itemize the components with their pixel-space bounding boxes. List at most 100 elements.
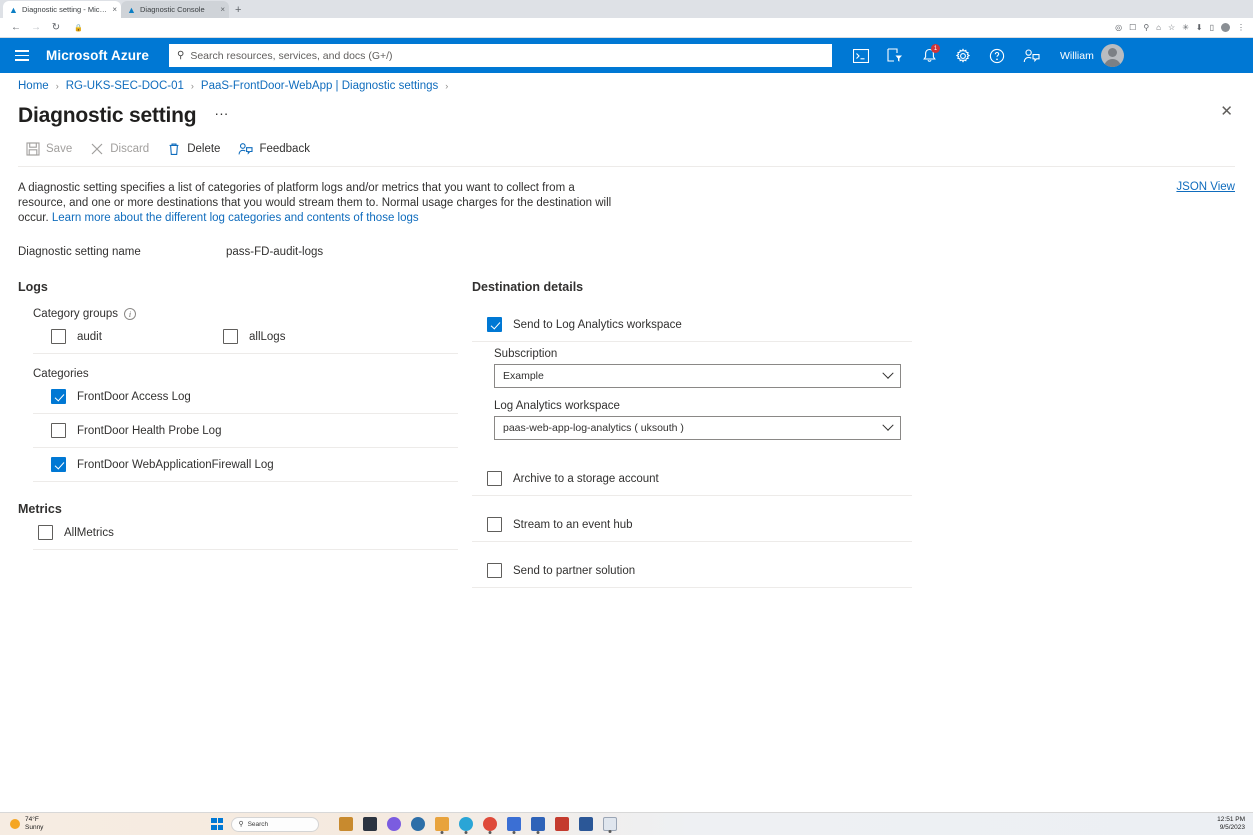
taskbar-clock[interactable]: 12:51 PM 9/5/2023	[1217, 816, 1253, 832]
chevron-right-icon: ›	[191, 81, 194, 91]
briefcase-icon[interactable]	[339, 817, 353, 831]
checkbox-frontdoor-waf-log[interactable]: FrontDoor WebApplicationFirewall Log	[18, 448, 458, 481]
settings-gear-icon[interactable]	[946, 38, 980, 73]
teams-icon[interactable]	[507, 817, 521, 831]
checkbox-audit[interactable]: audit	[18, 320, 208, 353]
breadcrumb-item-home[interactable]: Home	[18, 80, 49, 92]
forward-icon[interactable]: →	[26, 22, 46, 33]
outlook-icon[interactable]	[531, 817, 545, 831]
header-icon-group: 1	[844, 38, 1048, 73]
bookmark-star-icon[interactable]: ☆	[1168, 23, 1175, 32]
checkbox-box[interactable]	[487, 317, 502, 332]
checkbox-box[interactable]	[51, 329, 66, 344]
json-view-link[interactable]: JSON View	[1176, 181, 1235, 193]
shield-icon[interactable]: ◎	[1115, 23, 1122, 32]
azure-global-header: Microsoft Azure ⚲ Search resources, serv…	[0, 38, 1253, 73]
taskbar-search-input[interactable]: ⚲ Search	[231, 817, 319, 832]
taskbar-app-icons	[339, 817, 617, 831]
checkbox-box[interactable]	[51, 389, 66, 404]
delete-button[interactable]: Delete	[159, 138, 228, 160]
subscription-field: Subscription Example	[472, 342, 912, 388]
checkbox-box[interactable]	[223, 329, 238, 344]
directory-filter-icon[interactable]	[878, 38, 912, 73]
cast-icon[interactable]: ☐	[1129, 23, 1136, 32]
checkbox-send-partner-solution[interactable]: Send to partner solution	[472, 554, 912, 587]
close-icon[interactable]: ×	[112, 5, 117, 14]
azure-brand-logo[interactable]: Microsoft Azure	[40, 48, 149, 63]
command-bar: Save Discard Delete Feedback	[0, 128, 1253, 166]
chrome-browser-icon[interactable]	[483, 817, 497, 831]
checkbox-label: Send to Log Analytics workspace	[513, 319, 682, 331]
info-icon[interactable]: i	[124, 308, 136, 320]
new-tab-button[interactable]: +	[235, 4, 241, 18]
notifications-bell-icon[interactable]: 1	[912, 38, 946, 73]
tab-search-icon[interactable]: ⌂	[1156, 23, 1161, 32]
checkbox-allmetrics[interactable]: AllMetrics	[18, 516, 458, 549]
store-icon[interactable]	[555, 817, 569, 831]
extensions-icon[interactable]: ✳	[1182, 23, 1189, 32]
metrics-section-heading: Metrics	[18, 502, 458, 516]
checkbox-stream-event-hub[interactable]: Stream to an event hub	[472, 508, 912, 541]
close-icon[interactable]: ×	[220, 5, 225, 14]
folder-icon[interactable]	[435, 817, 449, 831]
windows-start-icon[interactable]	[211, 818, 223, 830]
feedback-label: Feedback	[259, 143, 310, 155]
user-name: William	[1060, 50, 1094, 62]
checkbox-alllogs[interactable]: allLogs	[208, 320, 398, 353]
description-text: A diagnostic setting specifies a list of…	[18, 181, 616, 226]
subscription-dropdown[interactable]: Example	[494, 364, 901, 388]
more-options-icon[interactable]: ···	[214, 105, 228, 127]
checkbox-box[interactable]	[51, 457, 66, 472]
trash-icon	[167, 142, 181, 156]
discard-button[interactable]: Discard	[82, 138, 157, 160]
profile-avatar-icon[interactable]	[1221, 23, 1230, 32]
checkbox-box[interactable]	[487, 471, 502, 486]
breadcrumb-item-resource-group[interactable]: RG-UKS-SEC-DOC-01	[66, 80, 184, 92]
reload-icon[interactable]: ↻	[46, 22, 66, 33]
checkbox-box[interactable]	[38, 525, 53, 540]
edge-browser-icon[interactable]	[459, 817, 473, 831]
back-icon[interactable]: ←	[6, 22, 26, 33]
divider	[33, 353, 458, 354]
browser-tab-0[interactable]: ▲ Diagnostic setting - Microsoft A ×	[3, 1, 121, 18]
zoom-icon[interactable]: ⚲	[1143, 23, 1149, 32]
checkbox-label: FrontDoor WebApplicationFirewall Log	[77, 459, 274, 471]
snip-tool-icon[interactable]	[603, 817, 617, 831]
search-icon: ⚲	[177, 50, 184, 61]
help-question-icon[interactable]	[980, 38, 1014, 73]
sidepanel-icon[interactable]: ▯	[1210, 23, 1214, 32]
downloads-icon[interactable]: ⬇	[1196, 23, 1203, 32]
learn-more-link[interactable]: Learn more about the different log categ…	[52, 212, 419, 224]
checkbox-label: audit	[77, 331, 102, 343]
save-icon	[26, 142, 40, 156]
search-input[interactable]: ⚲ Search resources, services, and docs (…	[169, 44, 832, 67]
checkbox-frontdoor-health-probe-log[interactable]: FrontDoor Health Probe Log	[18, 414, 458, 447]
breadcrumb-item-resource[interactable]: PaaS-FrontDoor-WebApp | Diagnostic setti…	[201, 80, 438, 92]
hamburger-menu-icon[interactable]	[8, 42, 36, 70]
kebab-menu-icon[interactable]: ⋮	[1237, 23, 1245, 32]
feedback-button[interactable]: Feedback	[230, 138, 318, 160]
browser-tab-1[interactable]: ▲ Diagnostic Console ×	[121, 1, 229, 18]
checkbox-box[interactable]	[51, 423, 66, 438]
workspace-dropdown[interactable]: paas-web-app-log-analytics ( uksouth )	[494, 416, 901, 440]
close-blade-button[interactable]: ✕	[1220, 104, 1233, 119]
file-explorer-dark-icon[interactable]	[363, 817, 377, 831]
feedback-icon[interactable]	[1014, 38, 1048, 73]
browser-toolbar-actions: ◎ ☐ ⚲ ⌂ ☆ ✳ ⬇ ▯ ⋮	[1115, 23, 1247, 32]
checkbox-send-to-log-analytics[interactable]: Send to Log Analytics workspace	[472, 308, 912, 341]
checkbox-box[interactable]	[487, 517, 502, 532]
diagnostic-setting-name-value[interactable]: pass-FD-audit-logs	[226, 246, 323, 258]
checkbox-box[interactable]	[487, 563, 502, 578]
settings-gear-icon[interactable]	[411, 817, 425, 831]
browser-tab-title: Diagnostic setting - Microsoft A	[22, 5, 108, 14]
user-account-menu[interactable]: William	[1060, 44, 1124, 67]
search-icon: ⚲	[238, 820, 243, 828]
weather-widget[interactable]: 74°F Sunny	[0, 816, 43, 832]
word-icon[interactable]	[579, 817, 593, 831]
checkbox-archive-storage-account[interactable]: Archive to a storage account	[472, 462, 912, 495]
save-button[interactable]: Save	[18, 138, 80, 160]
cloud-shell-icon[interactable]	[844, 38, 878, 73]
subscription-value: Example	[503, 370, 884, 382]
checkbox-frontdoor-access-log[interactable]: FrontDoor Access Log	[18, 380, 458, 413]
chat-icon[interactable]	[387, 817, 401, 831]
